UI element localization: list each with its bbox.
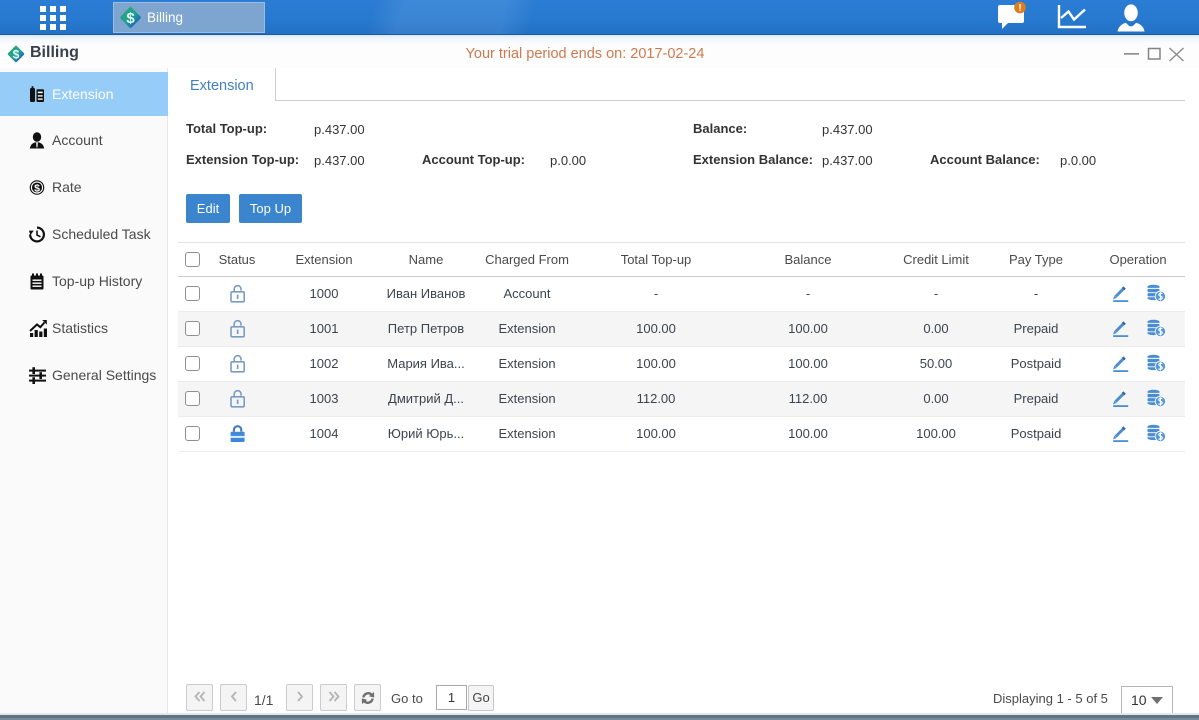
svg-text:!: ! [1018,3,1021,14]
svg-text:$: $ [126,10,135,27]
svg-text:$: $ [34,183,40,195]
